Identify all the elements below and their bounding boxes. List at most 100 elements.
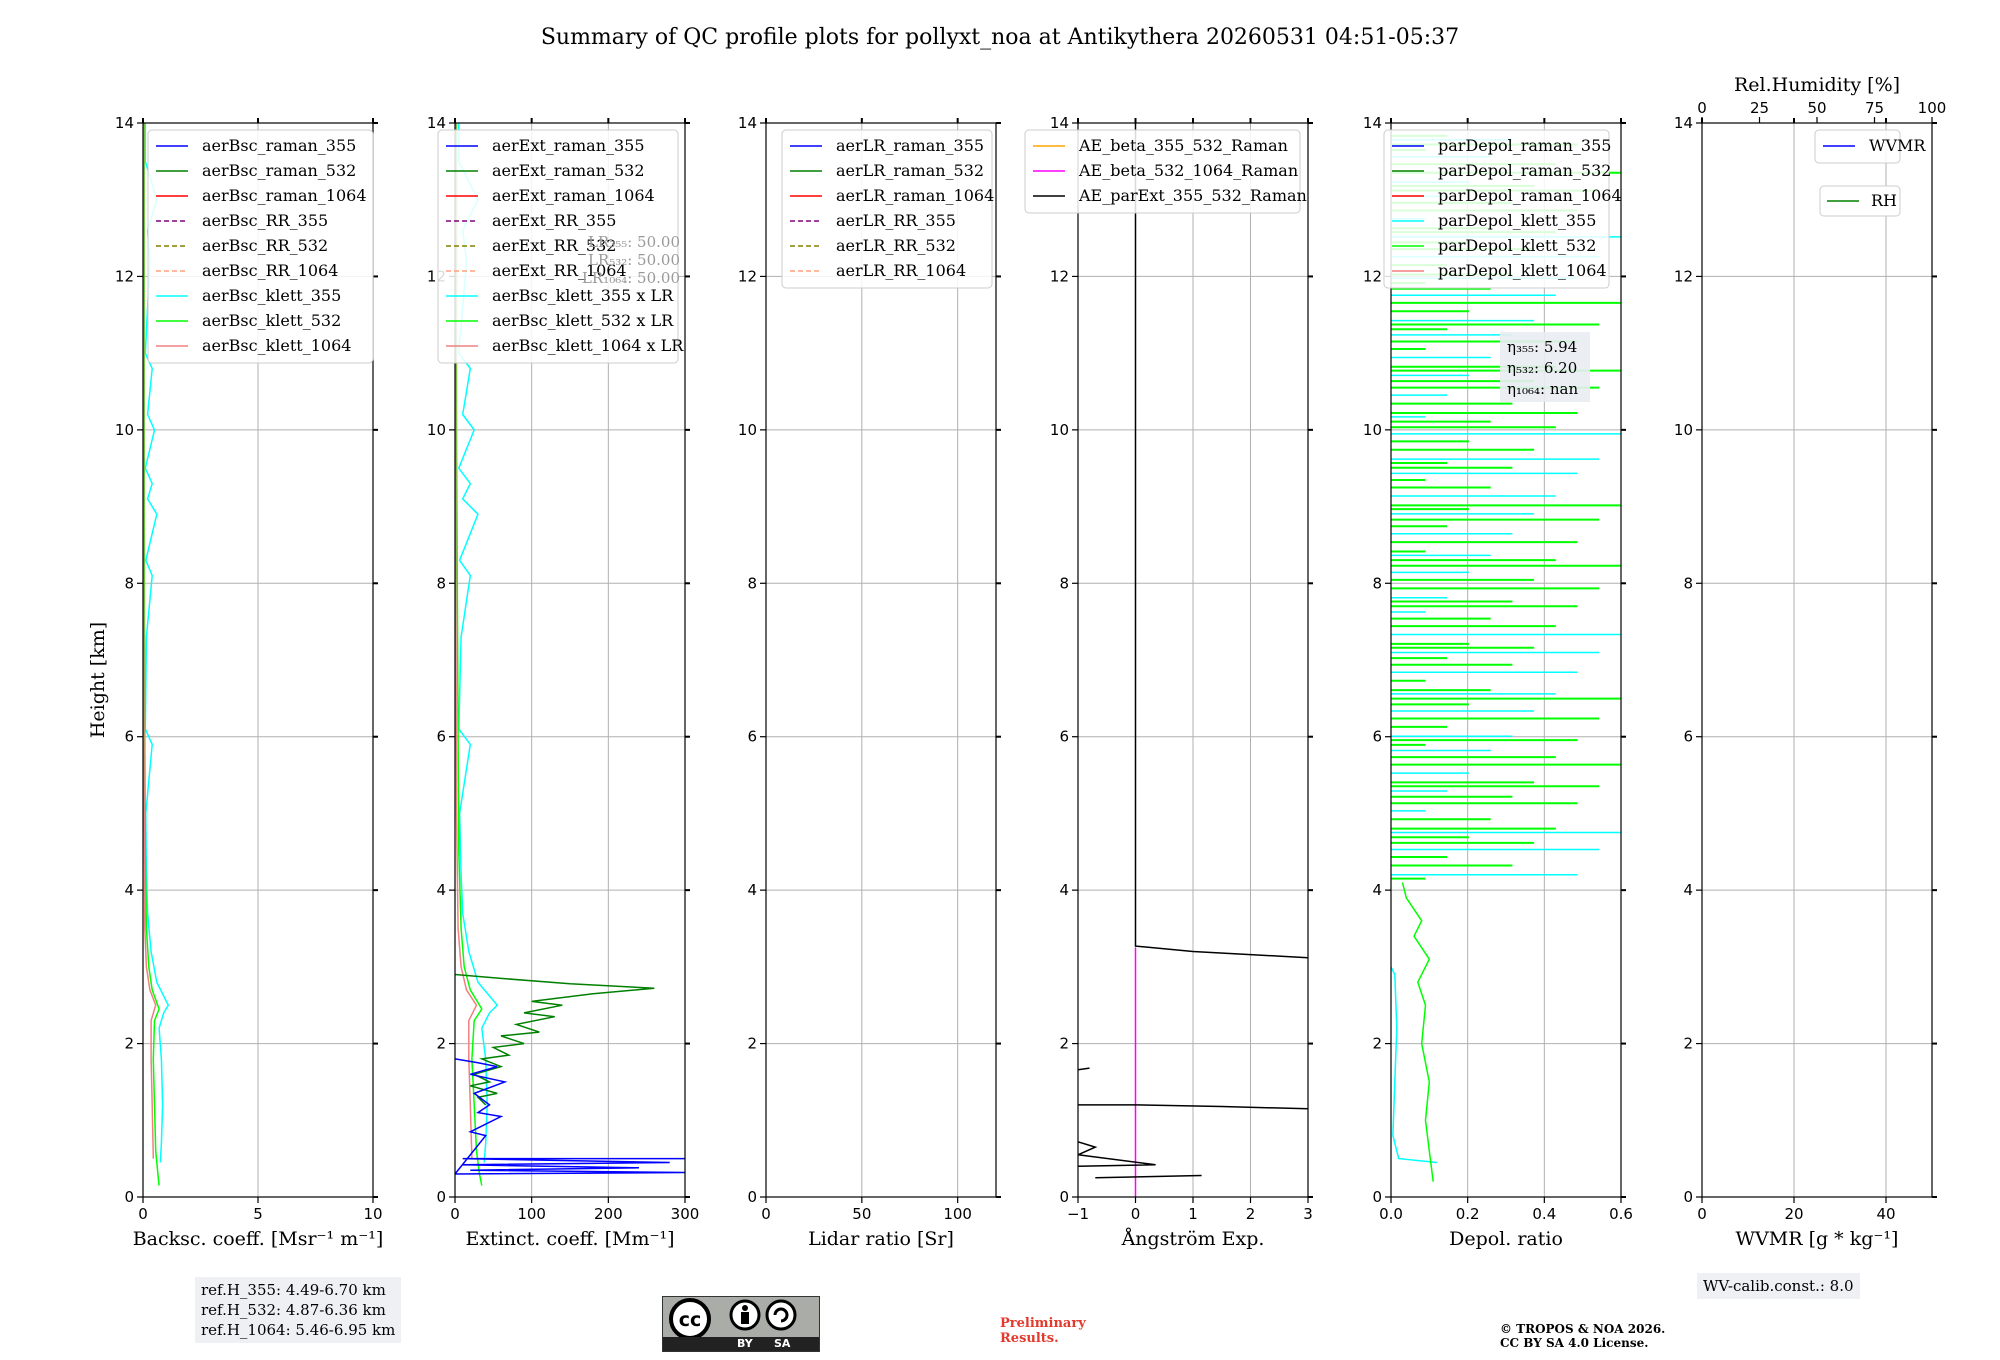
y-tick-label: 2 (747, 1035, 757, 1053)
series-parDepol_klett_355 (1391, 966, 1438, 1164)
y-axis-label: Height [km] (87, 622, 109, 738)
eta-line: η₃₅₅: 5.94 (1507, 338, 1577, 356)
y-tick-label: 10 (427, 421, 446, 439)
y-tick-label: 14 (1674, 114, 1693, 132)
y-tick-label: 10 (738, 421, 757, 439)
legend-label: aerBsc_klett_1064 (202, 336, 351, 355)
legend-label: AE_beta_355_532_Raman (1078, 136, 1288, 155)
x-tick-label: −1 (1067, 1205, 1089, 1223)
legend-label: parDepol_raman_1064 (1438, 186, 1622, 205)
y-tick-label: 14 (115, 114, 134, 132)
legend-label: aerExt_raman_355 (492, 136, 645, 155)
panel-1: 0 2 4 6 8 10 12 14 0 5 10 Backsc. coeff. [Msr⁻¹ m⁻¹… (115, 114, 383, 1250)
panel-4: 02468101214−1 0 1 2 3Ångström Exp.AE_beta_35… (1024, 114, 1313, 1250)
x-tick-label: 40 (1876, 1205, 1895, 1223)
y-tick-label: 10 (115, 421, 134, 439)
x-axis-label: Lidar ratio [Sr] (808, 1228, 954, 1250)
y-tick-label: 0 (436, 1188, 446, 1206)
x-tick-label: 10 (363, 1205, 382, 1223)
y-tick-label: 2 (124, 1035, 134, 1053)
legend-label: aerLR_RR_1064 (836, 261, 966, 280)
legend-label: aerBsc_RR_1064 (202, 261, 338, 280)
y-tick-label: 8 (436, 574, 446, 592)
wv-calibration-box: WV-calib.const.: 8.0 (1697, 1273, 1860, 1299)
legend-label: aerLR_RR_532 (836, 236, 956, 255)
reference-height-box: ref.H_355: 4.49-6.70 km ref.H_532: 4.87-… (195, 1277, 402, 1343)
cc-logo-text: cc (679, 1309, 702, 1331)
y-tick-label: 2 (1372, 1035, 1382, 1053)
y-tick-label: 14 (738, 114, 757, 132)
legend-label: aerBsc_raman_1064 (202, 186, 367, 205)
copyright-line-2: CC BY SA 4.0 License. (1500, 1336, 1649, 1350)
series-parDepol_klett_532 (1401, 882, 1434, 1182)
legend-label: aerExt_RR_355 (492, 211, 616, 230)
legend-label: aerBsc_klett_532 x LR (492, 311, 674, 330)
ref-height-355: ref.H_355: 4.49-6.70 km (201, 1281, 386, 1299)
cc-sa-label: SA (774, 1337, 791, 1350)
figure: Summary of QC profile plots for pollyxt_… (87, 25, 1947, 1250)
y-tick-label: 0 (1683, 1188, 1693, 1206)
x-tick-label: 0 (1131, 1205, 1141, 1223)
legend: parDepol_raman_355 parDepol_raman_532 parD… (1383, 129, 1622, 289)
series-aerExt_raman_532 (455, 973, 655, 1106)
x-tick-label: 0 (761, 1205, 771, 1223)
legend: aerBsc_raman_355 aerBsc_raman_532 aerBsc_r… (147, 129, 374, 364)
y-tick-label: 10 (1050, 421, 1069, 439)
series-AE_parExt_355_532_Raman (1095, 1174, 1202, 1179)
x-tick-label: 50 (852, 1205, 871, 1223)
x-tick-label: 100 (517, 1205, 546, 1223)
legend-label: aerBsc_klett_1064 x LR (492, 336, 684, 355)
series-AE_parExt_355_532_Raman (1078, 1141, 1156, 1168)
y-tick-label: 4 (436, 881, 446, 899)
top-x-tick-label: 25 (1750, 99, 1769, 117)
y-tick-label: 14 (1050, 114, 1069, 132)
y-tick-label: 2 (1059, 1035, 1069, 1053)
top-x-tick-label: 100 (1918, 99, 1947, 117)
y-tick-label: 12 (115, 267, 134, 285)
lidar-ratio-line: LR₃₅₅: 50.00 (588, 233, 680, 251)
y-tick-label: 14 (1363, 114, 1382, 132)
eta-line: η₁₀₆₄: nan (1507, 380, 1578, 398)
figure-title: Summary of QC profile plots for pollyxt_… (541, 25, 1459, 50)
x-tick-label: 0.2 (1456, 1205, 1480, 1223)
legend-label: aerBsc_RR_355 (202, 211, 328, 230)
y-tick-label: 4 (1372, 881, 1382, 899)
x-tick-label: 0.4 (1532, 1205, 1556, 1223)
wv-calib-constant: WV-calib.const.: 8.0 (1703, 1277, 1854, 1295)
x-tick-label: 0 (1697, 1205, 1707, 1223)
legend-label: parDepol_raman_532 (1438, 161, 1611, 180)
lidar-ratio-annotation: LR₃₅₅: 50.00LR₅₃₂: 50.00LR₁₀₆₄: 50.00 (582, 233, 680, 287)
legend2-label: RH (1871, 191, 1897, 210)
series-AE_parExt_355_532_Raman (1134, 123, 1308, 959)
x-axis-label: WVMR [g * kg⁻¹] (1736, 1228, 1899, 1250)
legend-label: aerLR_raman_532 (836, 161, 984, 180)
x-axis-label: Ångström Exp. (1121, 1228, 1265, 1250)
legend-label: aerBsc_klett_355 (202, 286, 341, 305)
x-tick-label: 2 (1246, 1205, 1256, 1223)
legend-label: aerBsc_klett_355 x LR (492, 286, 674, 305)
top-x-tick-label: 50 (1807, 99, 1826, 117)
preliminary-results-note: Preliminary Results. (1000, 1316, 1086, 1346)
y-tick-label: 6 (436, 728, 446, 746)
preliminary-line-2: Results. (1000, 1331, 1059, 1346)
copyright-line-1: © TROPOS & NOA 2026. (1500, 1322, 1666, 1336)
x-tick-label: 0.0 (1379, 1205, 1403, 1223)
y-tick-label: 6 (124, 728, 134, 746)
series-group (1391, 134, 1621, 1182)
cc-license-logo: cc BY SA (662, 1296, 820, 1352)
x-tick-label: 5 (253, 1205, 263, 1223)
x-tick-label: 0 (138, 1205, 148, 1223)
preliminary-line-1: Preliminary (1000, 1316, 1086, 1331)
x-axis-label: Extinct. coeff. [Mm⁻¹] (465, 1228, 674, 1250)
y-tick-label: 8 (1683, 574, 1693, 592)
y-tick-label: 10 (1674, 421, 1693, 439)
y-tick-label: 6 (747, 728, 757, 746)
legend-label: AE_parExt_355_532_Raman (1078, 186, 1307, 205)
legend-label: parDepol_raman_355 (1438, 136, 1611, 155)
panel-3: 0 2 4 6 8 10 12 14 0 50 100 Lidar ratio [Sr] aerLR_r… (738, 114, 1001, 1250)
y-tick-label: 0 (1059, 1188, 1069, 1206)
x-tick-label: 3 (1303, 1205, 1313, 1223)
ref-height-1064: ref.H_1064: 5.46-6.95 km (201, 1321, 396, 1339)
y-tick-label: 10 (1363, 421, 1382, 439)
x-tick-label: 200 (594, 1205, 623, 1223)
